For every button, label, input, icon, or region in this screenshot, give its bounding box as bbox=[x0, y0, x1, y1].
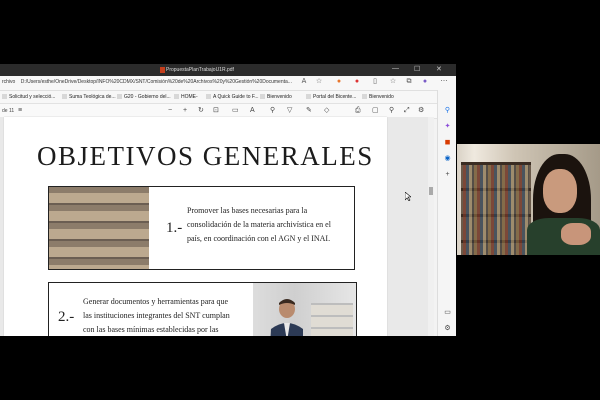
url-field[interactable]: D:/Users/esthe/OneDrive/Desktop/INFO%20C… bbox=[21, 79, 292, 85]
objective-card: 2.- Generar documentos y herramientas pa… bbox=[48, 282, 357, 336]
page-indicator[interactable]: de 11 bbox=[2, 107, 14, 115]
edge-sidebar: ⚲ ✦ ◼ ◉ + ▭ ⚙ bbox=[437, 90, 456, 336]
objective-number: 1.- bbox=[166, 220, 183, 236]
page-icon bbox=[62, 94, 67, 100]
collections-icon[interactable]: ⧉ bbox=[405, 78, 413, 86]
scroll-thumb[interactable] bbox=[429, 187, 433, 195]
ask-copilot-icon[interactable]: ⚲ bbox=[270, 107, 275, 115]
bookmarks-bar: Solicitud y selecció... Suma Teológica d… bbox=[0, 91, 456, 104]
objective-number: 2.- bbox=[58, 309, 75, 325]
split-screen-icon[interactable]: ▯ bbox=[371, 78, 379, 86]
bookmark-item[interactable]: G20 - Gobierno del... bbox=[117, 94, 171, 100]
save-icon[interactable]: ▢ bbox=[372, 107, 379, 115]
person-photo bbox=[253, 283, 356, 336]
adblock-icon[interactable]: ● bbox=[353, 78, 361, 86]
add-icon[interactable]: + bbox=[443, 170, 452, 179]
extension-icon[interactable]: ● bbox=[335, 78, 343, 86]
office-icon[interactable]: ◼ bbox=[443, 138, 452, 147]
settings-icon[interactable]: ⚙ bbox=[418, 107, 424, 115]
zoom-out-button[interactable]: − bbox=[168, 107, 172, 115]
read-aloud-icon[interactable]: A bbox=[250, 107, 255, 115]
fit-page-icon[interactable]: ⊡ bbox=[213, 107, 219, 115]
page-icon bbox=[2, 94, 7, 100]
read-aloud-icon[interactable]: A bbox=[300, 78, 308, 86]
page-icon bbox=[306, 94, 311, 100]
favorite-icon[interactable]: ☆ bbox=[315, 78, 323, 86]
search-icon[interactable]: ⚲ bbox=[443, 106, 452, 115]
person-figure bbox=[270, 299, 303, 336]
page-icon bbox=[206, 94, 211, 100]
zoom-in-button[interactable]: + bbox=[183, 107, 187, 115]
favorites-list-icon[interactable]: ☆ bbox=[389, 78, 397, 86]
view-icon[interactable]: ▭ bbox=[232, 107, 239, 115]
highlight-icon[interactable]: ▽ bbox=[287, 107, 292, 115]
bookshelf-image bbox=[311, 303, 353, 336]
contents-icon[interactable]: ≡ bbox=[18, 107, 22, 115]
pdf-file-icon bbox=[160, 67, 165, 73]
page-heading: OBJETIVOS GENERALES bbox=[37, 141, 374, 171]
address-prefix: rchivo bbox=[2, 79, 16, 85]
bookmark-item[interactable]: Solicitud y selecció... bbox=[2, 94, 55, 100]
minimize-icon[interactable]: — bbox=[392, 65, 399, 72]
more-menu-icon[interactable]: ⋯ bbox=[440, 78, 448, 86]
panel-icon[interactable]: ▭ bbox=[443, 308, 452, 317]
rotate-icon[interactable]: ↻ bbox=[198, 107, 204, 115]
page-icon bbox=[260, 94, 265, 100]
tab-title[interactable]: PropuestaPlanTrabajoU1R.pdf bbox=[166, 67, 234, 73]
search-icon[interactable]: ⚲ bbox=[389, 107, 394, 115]
profile-avatar[interactable]: ● bbox=[421, 78, 429, 86]
objective-card: 1.- Promover las bases necesarias para l… bbox=[48, 186, 355, 270]
close-icon[interactable]: ✕ bbox=[436, 65, 442, 73]
page-icon bbox=[117, 94, 122, 100]
bookmark-item[interactable]: Suma Teológica de... bbox=[62, 94, 116, 100]
bookmark-item[interactable]: Portal del Bicente... bbox=[306, 94, 356, 100]
print-icon[interactable]: ⎙ bbox=[355, 107, 361, 115]
bookmark-item[interactable]: A Quick Guide to F... bbox=[206, 94, 259, 100]
pdf-page: OBJETIVOS GENERALES 1.- Promover las bas… bbox=[4, 117, 387, 336]
bookmark-item[interactable]: Bienvenido bbox=[260, 94, 292, 100]
browser-window: PropuestaPlanTrabajoU1R.pdf — ☐ ✕ rchivo… bbox=[0, 64, 456, 336]
page-icon bbox=[174, 94, 179, 100]
bookmark-item[interactable]: Bienvenido bbox=[362, 94, 394, 100]
address-bar: rchivo D:/Users/esthe/OneDrive/Desktop/I… bbox=[0, 76, 456, 91]
bookmark-item[interactable]: HOME- bbox=[174, 94, 198, 100]
scrollbar[interactable] bbox=[428, 117, 434, 336]
objective-text: Generar documentos y herramientas para q… bbox=[83, 297, 230, 334]
pdf-viewer[interactable]: OBJETIVOS GENERALES 1.- Promover las bas… bbox=[0, 117, 434, 336]
archive-shelves-image bbox=[49, 187, 149, 269]
outlook-icon[interactable]: ◉ bbox=[443, 154, 452, 163]
sparkle-icon[interactable]: ✦ bbox=[443, 122, 452, 131]
settings-icon[interactable]: ⚙ bbox=[443, 324, 452, 333]
objective-text: Promover las bases necesarias para la co… bbox=[187, 206, 331, 243]
erase-icon[interactable]: ◇ bbox=[324, 107, 329, 115]
title-bar: PropuestaPlanTrabajoU1R.pdf — ☐ ✕ bbox=[0, 64, 456, 76]
draw-icon[interactable]: ✎ bbox=[306, 107, 312, 115]
page-icon bbox=[362, 94, 367, 100]
maximize-icon[interactable]: ☐ bbox=[414, 65, 420, 73]
expand-icon[interactable]: ⤢ bbox=[404, 107, 410, 115]
webcam-feed bbox=[457, 144, 600, 255]
mouse-cursor-icon bbox=[405, 192, 411, 201]
